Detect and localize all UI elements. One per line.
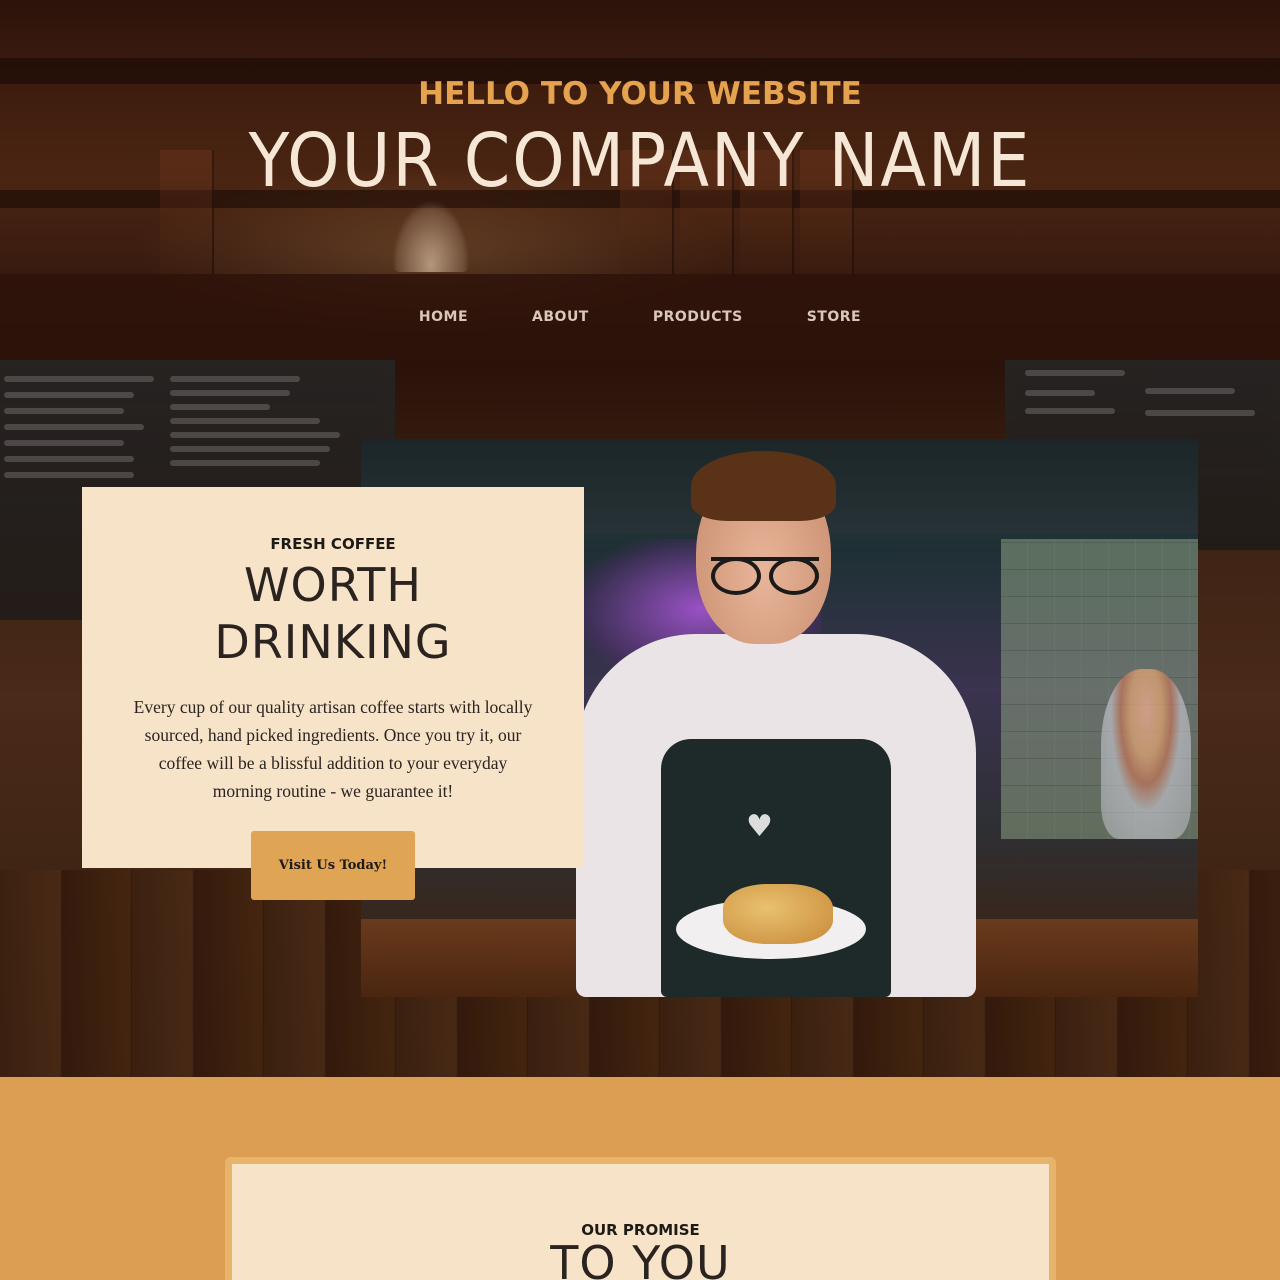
headline-line-2: DRINKING <box>214 615 452 669</box>
site-tagline: HELLO TO YOUR WEBSITE <box>418 76 862 112</box>
heart-icon: ♥ <box>746 809 773 844</box>
nav-item-about[interactable]: ABOUT <box>500 309 621 325</box>
intro-body-text: Every cup of our quality artisan coffee … <box>133 697 533 801</box>
nav-item-products[interactable]: PRODUCTS <box>621 309 775 325</box>
nav-item-home[interactable]: HOME <box>387 309 500 325</box>
site-header: HELLO TO YOUR WEBSITE YOUR COMPANY NAME <box>0 0 1280 274</box>
promise-card: OUR PROMISE TO YOU <box>225 1157 1056 1280</box>
visit-us-button[interactable]: Visit Us Today! <box>251 831 415 900</box>
promise-section: OUR PROMISE TO YOU <box>0 1077 1280 1280</box>
barista-hair <box>691 451 836 521</box>
headline-line-1: WORTH <box>244 558 422 612</box>
promise-headline: TO YOU <box>550 1236 731 1280</box>
nav-item-store[interactable]: STORE <box>775 309 893 325</box>
intro-headline: WORTH DRINKING <box>82 557 584 671</box>
background-customer <box>1101 669 1191 839</box>
intro-eyebrow: FRESH COFFEE <box>270 535 396 553</box>
main-nav: HOME ABOUT PRODUCTS STORE <box>0 274 1280 359</box>
company-name: YOUR COMPANY NAME <box>248 118 1032 204</box>
intro-card: FRESH COFFEE WORTH DRINKING Every cup of… <box>82 487 584 868</box>
sandwich <box>723 884 833 944</box>
glasses <box>711 557 819 595</box>
